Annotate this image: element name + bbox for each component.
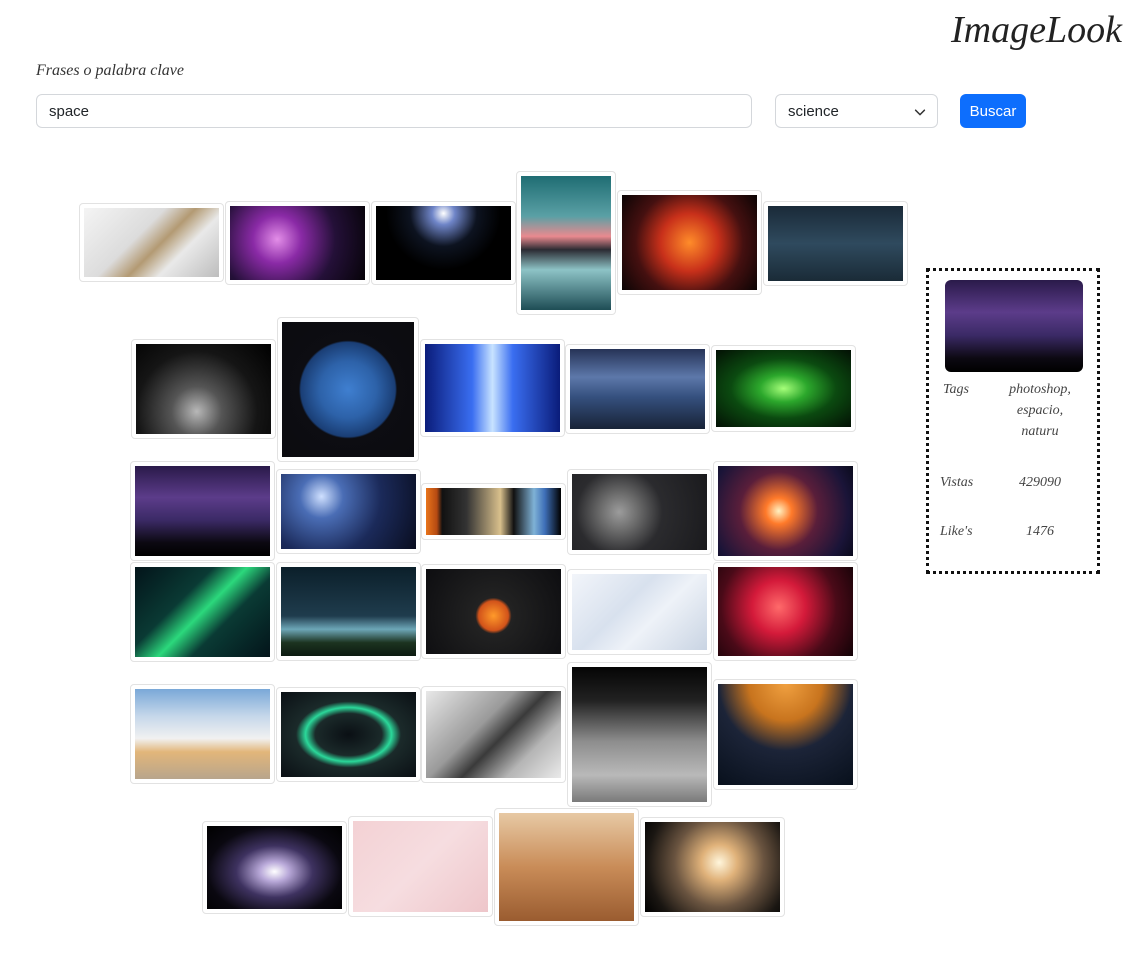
- thumb-image-dark-mountains: [768, 206, 903, 281]
- thumb-image-orange-nebula: [622, 195, 757, 290]
- gallery-thumb[interactable]: [348, 816, 493, 917]
- thumb-image-spiral-galaxy: [207, 826, 342, 909]
- gallery-thumb[interactable]: [640, 817, 785, 917]
- thumb-image-mars-rover: [499, 813, 634, 921]
- gallery-thumb[interactable]: [713, 679, 858, 790]
- gallery-thumb[interactable]: [276, 469, 421, 554]
- gallery-thumb[interactable]: [567, 569, 712, 655]
- gallery-thumb[interactable]: [225, 201, 370, 285]
- thumb-image-solar-system-orbits: [426, 569, 561, 654]
- gallery-thumb[interactable]: [276, 562, 421, 661]
- gallery-thumb[interactable]: [516, 171, 616, 315]
- search-button[interactable]: Buscar: [960, 94, 1026, 128]
- gallery-thumb[interactable]: [421, 564, 566, 659]
- views-value: 429090: [1019, 475, 1061, 490]
- gallery-thumb[interactable]: [763, 201, 908, 286]
- gallery-thumb[interactable]: [617, 190, 762, 295]
- detail-image[interactable]: [945, 280, 1083, 372]
- thumb-image-orange-planet-ship: [718, 684, 853, 785]
- tags-value: photoshop, espacio, naturu: [1009, 382, 1071, 439]
- thumb-image-earth-sunrise: [718, 466, 853, 556]
- thumb-image-moon-and-planet: [572, 474, 707, 550]
- thumb-image-astronaut-reflection: [521, 176, 611, 310]
- gallery-thumb[interactable]: [131, 339, 276, 439]
- gallery-thumb[interactable]: [421, 686, 566, 783]
- gallery-thumb[interactable]: [494, 808, 639, 926]
- gallery-thumb[interactable]: [79, 203, 224, 282]
- thumb-image-ufo-beam: [281, 567, 416, 656]
- thumb-image-laptop-grey: [426, 691, 561, 778]
- thumb-image-blue-mountains: [570, 349, 705, 429]
- thumb-image-planet-horizon: [376, 206, 511, 280]
- thumb-image-earth: [282, 322, 414, 457]
- thumb-image-space-runner: [425, 344, 560, 432]
- likes-value: 1476: [1026, 524, 1054, 539]
- gallery-thumb[interactable]: [567, 662, 712, 807]
- thumb-image-laptop-envelope: [84, 208, 219, 277]
- image-gallery: [0, 0, 920, 972]
- tags-label: Tags: [943, 382, 969, 397]
- thumb-image-white-paper-texture: [572, 574, 707, 650]
- gallery-thumb[interactable]: [713, 562, 858, 661]
- thumb-image-green-grid: [716, 350, 851, 427]
- brand-title: ImageLook: [951, 9, 1122, 51]
- thumb-image-shuttle-launch: [135, 689, 270, 779]
- gallery-thumb[interactable]: [277, 317, 419, 462]
- likes-label: Like's: [940, 524, 973, 539]
- thumb-image-green-aurora: [135, 567, 270, 657]
- gallery-thumb[interactable]: [421, 483, 566, 540]
- views-label: Vistas: [940, 475, 974, 490]
- thumb-image-rocket-smoke: [645, 822, 780, 912]
- gallery-thumb[interactable]: [371, 201, 516, 285]
- gallery-thumb[interactable]: [420, 339, 565, 437]
- thumb-image-moon-landscape-bw: [136, 344, 271, 434]
- gallery-thumb[interactable]: [130, 461, 275, 561]
- gallery-thumb[interactable]: [130, 562, 275, 662]
- gallery-thumb[interactable]: [276, 687, 421, 782]
- thumb-image-solar-system-planets: [426, 488, 561, 535]
- thumb-image-red-nebula: [718, 567, 853, 656]
- gallery-thumb[interactable]: [567, 469, 712, 555]
- thumb-image-apollo-astronaut: [572, 667, 707, 802]
- gallery-thumb[interactable]: [565, 344, 710, 434]
- gallery-thumb[interactable]: [130, 684, 275, 784]
- gallery-thumb[interactable]: [713, 461, 858, 561]
- gallery-thumb[interactable]: [711, 345, 856, 432]
- image-detail-panel: Tags photoshop, espacio, naturu Vistas 4…: [926, 268, 1100, 574]
- thumb-image-purple-nebula: [230, 206, 365, 280]
- gallery-thumb[interactable]: [202, 821, 347, 914]
- thumb-image-pink-desk-setup: [353, 821, 488, 912]
- thumb-image-neon-tunnel: [281, 692, 416, 777]
- thumb-image-milky-way-tree: [135, 466, 270, 556]
- thumb-image-blue-galaxy: [281, 474, 416, 549]
